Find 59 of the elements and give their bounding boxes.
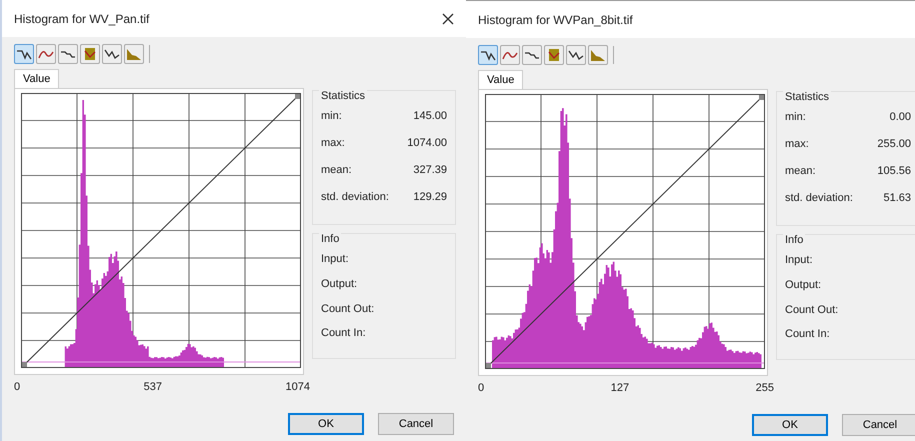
info-label: Count Out: bbox=[321, 302, 376, 316]
stat-label: mean: bbox=[321, 164, 352, 178]
value-tab[interactable]: Value bbox=[14, 69, 60, 88]
group-title: Statistics bbox=[319, 90, 368, 102]
dialog-button[interactable]: Cancel bbox=[842, 414, 915, 436]
group-title: Info bbox=[319, 233, 342, 245]
toolbar-button[interactable] bbox=[500, 45, 520, 65]
stat-label: mean: bbox=[785, 165, 816, 179]
stat-label: min: bbox=[321, 110, 342, 124]
axis-label: 0 bbox=[478, 382, 484, 394]
stat-value: 0.00 bbox=[890, 111, 911, 125]
info-label: Count In: bbox=[785, 328, 831, 342]
stat-label: std. deviation: bbox=[785, 192, 853, 206]
stat-value: 1074.00 bbox=[407, 137, 447, 151]
axis-label: 1074 bbox=[286, 381, 310, 393]
stat-value: 105.56 bbox=[877, 165, 911, 179]
chart-icon bbox=[126, 47, 142, 61]
chart-icon bbox=[590, 48, 606, 62]
axis-label: 0 bbox=[14, 381, 20, 393]
stat-label: min: bbox=[785, 111, 806, 125]
toolbar-button[interactable] bbox=[102, 44, 122, 64]
info-label: Count Out: bbox=[785, 304, 840, 318]
info-label: Input: bbox=[321, 253, 350, 267]
stat-label: std. deviation: bbox=[321, 191, 389, 205]
toolbar-button[interactable] bbox=[36, 44, 56, 64]
stat-value: 327.39 bbox=[413, 164, 447, 178]
window-title: Histogram for WVPan_8bit.tif bbox=[478, 12, 633, 26]
value-tab[interactable]: Value bbox=[478, 70, 524, 89]
axis-label: 537 bbox=[144, 381, 162, 393]
stat-value: 255.00 bbox=[877, 138, 911, 152]
info-label: Output: bbox=[321, 278, 358, 292]
toolbar-button[interactable] bbox=[58, 44, 78, 64]
toolbar-button[interactable] bbox=[566, 45, 586, 65]
stat-value: 51.63 bbox=[883, 192, 911, 206]
dialog-button[interactable]: Cancel bbox=[378, 413, 454, 435]
chart-icon bbox=[546, 48, 562, 62]
toolbar-button[interactable] bbox=[80, 44, 100, 64]
axis-label: 127 bbox=[610, 382, 630, 394]
info-label: Input: bbox=[785, 254, 814, 268]
toolbar-button[interactable] bbox=[522, 45, 542, 65]
group-title: Info bbox=[783, 234, 806, 246]
stat-value: 145.00 bbox=[413, 110, 447, 124]
curve-icon bbox=[104, 47, 120, 61]
toolbar-button[interactable] bbox=[14, 44, 34, 64]
info-label: Count In: bbox=[321, 327, 367, 342]
info-label: Output: bbox=[785, 278, 822, 293]
dialog-button[interactable]: OK bbox=[752, 414, 828, 436]
stat-label: max: bbox=[785, 138, 809, 152]
curve-icon bbox=[568, 48, 584, 62]
toolbar-button[interactable] bbox=[478, 45, 498, 65]
stat-value: 129.29 bbox=[413, 191, 447, 205]
chart-icon bbox=[82, 47, 98, 61]
stat-label: max: bbox=[321, 137, 345, 151]
window-title: Histogram for WV_Pan.tif bbox=[14, 12, 150, 26]
group-title: Statistics bbox=[783, 91, 832, 103]
axis-label: 255 bbox=[756, 382, 774, 394]
toolbar-button[interactable] bbox=[544, 45, 564, 65]
close-icon[interactable] bbox=[442, 12, 454, 24]
dialog-button[interactable]: OK bbox=[288, 413, 364, 435]
